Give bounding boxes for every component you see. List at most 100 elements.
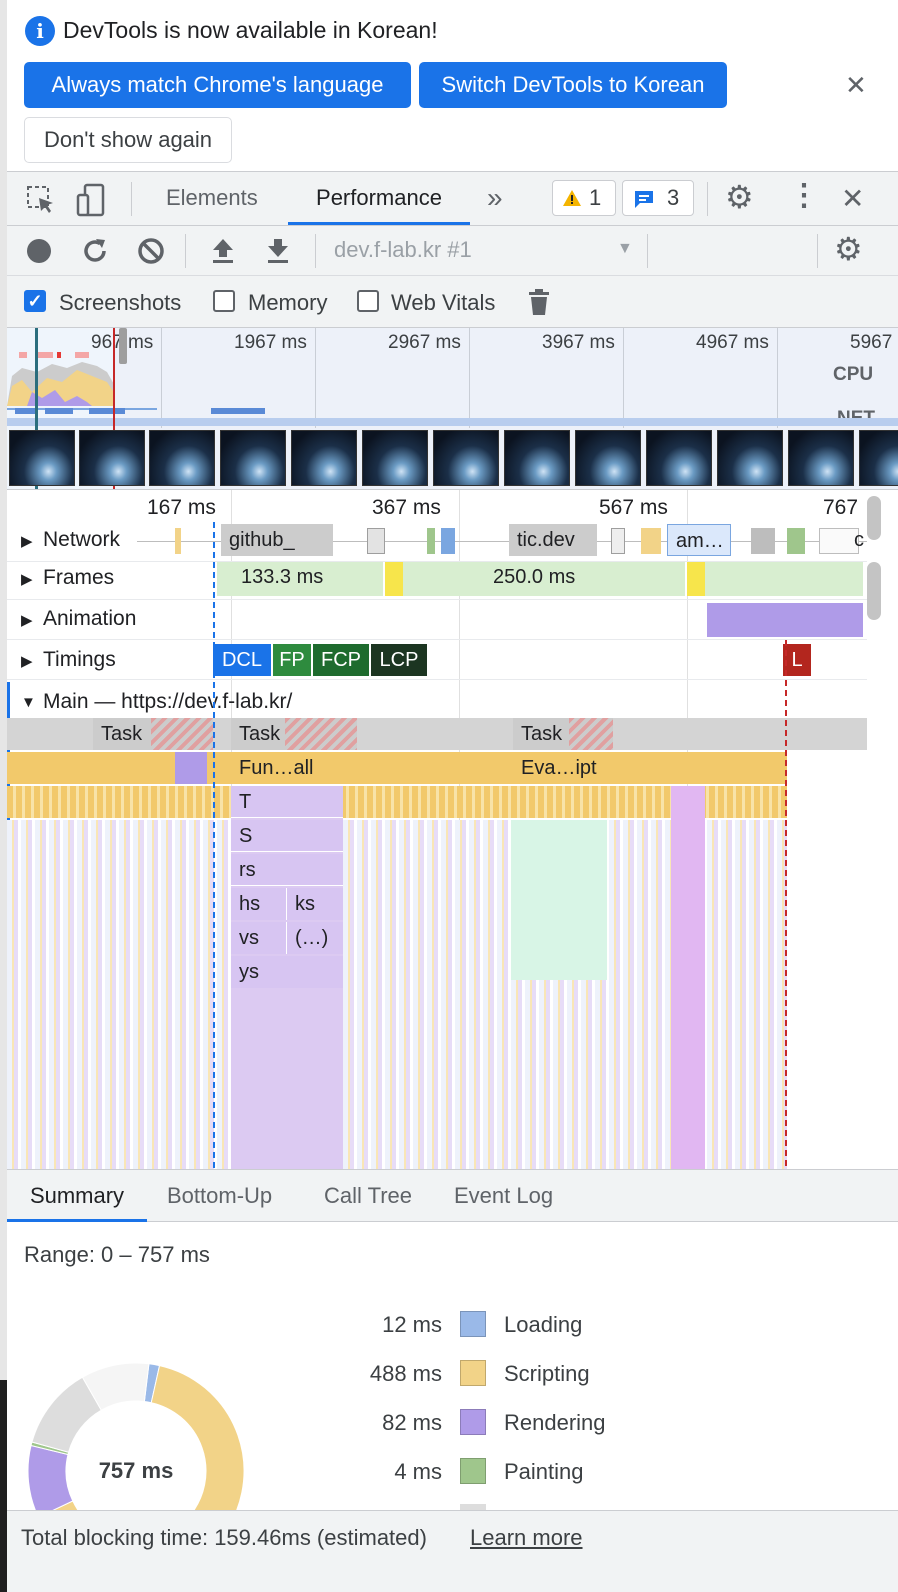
screenshot-thumbnail[interactable] (788, 430, 854, 486)
network-overview-bar (7, 418, 898, 426)
stack-frame[interactable]: hs (231, 888, 287, 920)
rendering-swatch (460, 1409, 486, 1435)
evaluate-script-block[interactable]: Eva…ipt (513, 752, 613, 784)
network-request (441, 528, 455, 554)
tab-summary[interactable]: Summary (7, 1170, 147, 1222)
expand-animation-icon[interactable]: ▶ (21, 611, 33, 629)
left-edge (0, 0, 7, 1592)
settings-gear-icon[interactable]: ⚙ (725, 178, 754, 216)
frame-block[interactable]: 133.3 ms (217, 562, 385, 596)
stack-frame[interactable]: vs (231, 922, 287, 954)
screenshot-thumbnail[interactable] (220, 430, 286, 486)
timeline-overview[interactable]: 967 ms 1967 ms 2967 ms 3967 ms 4967 ms 5… (7, 328, 898, 490)
stack-frame[interactable]: ks (287, 888, 343, 920)
stack-frame[interactable]: ys (231, 956, 343, 988)
network-scrollbar[interactable] (867, 496, 881, 540)
tab-call-tree[interactable]: Call Tree (324, 1170, 412, 1222)
stack-frame[interactable]: rs (231, 854, 343, 886)
overview-tick: 4967 ms (696, 332, 769, 353)
tab-event-log[interactable]: Event Log (454, 1170, 553, 1222)
stack-background (7, 820, 787, 1169)
screenshots-label: Screenshots (59, 290, 182, 315)
frame-block[interactable] (705, 562, 865, 596)
lcp-marker[interactable]: LCP (371, 644, 427, 676)
kebab-menu-icon[interactable]: ⋮ (789, 178, 819, 213)
device-toolbar-icon[interactable] (75, 182, 109, 218)
capture-settings-gear-icon[interactable]: ⚙ (834, 230, 863, 268)
tab-bottom-up[interactable]: Bottom-Up (167, 1170, 272, 1222)
match-language-button[interactable]: Always match Chrome's language (24, 62, 411, 108)
task-label: Task (101, 723, 143, 745)
screenshot-thumbnail[interactable] (362, 430, 428, 486)
warnings-badge[interactable]: 1 (552, 180, 616, 216)
learn-more-link[interactable]: Learn more (470, 1525, 583, 1551)
network-track[interactable]: github_ tic.dev am… c (7, 522, 867, 562)
tab-performance[interactable]: Performance (288, 172, 470, 225)
switch-to-korean-button[interactable]: Switch DevTools to Korean (419, 62, 727, 108)
screenshot-thumbnail[interactable] (149, 430, 215, 486)
screenshot-thumbnail[interactable] (646, 430, 712, 486)
network-request[interactable]: github_ (221, 524, 333, 556)
screenshot-thumbnail[interactable] (504, 430, 570, 486)
network-request[interactable]: am… (667, 524, 731, 556)
dropdown-arrow-icon[interactable]: ▼ (617, 240, 633, 258)
fp-marker[interactable]: FP (273, 644, 311, 676)
frame-block[interactable]: 250.0 ms (403, 562, 687, 596)
stack-label: T (239, 791, 252, 813)
close-devtools-icon[interactable]: ✕ (841, 182, 864, 215)
frames-track[interactable]: 133.3 ms 250.0 ms (7, 560, 867, 600)
stack-label: rs (239, 859, 256, 881)
expand-timings-icon[interactable]: ▶ (21, 652, 33, 670)
dcl-marker[interactable]: DCL (213, 644, 271, 676)
close-icon[interactable]: ✕ (845, 70, 867, 101)
clear-icon[interactable] (136, 236, 166, 266)
network-request (641, 528, 661, 554)
collapse-main-icon[interactable]: ▼ (21, 694, 36, 711)
expand-network-icon[interactable]: ▶ (21, 532, 33, 550)
dropped-frame (385, 562, 403, 596)
stack-label: S (239, 825, 253, 847)
timings-track-label: Timings (43, 648, 116, 671)
load-marker[interactable]: L (783, 644, 811, 676)
screenshot-thumbnail[interactable] (575, 430, 641, 486)
stack-frame[interactable]: T (231, 786, 343, 818)
tab-elements[interactable]: Elements (166, 172, 258, 225)
dont-show-again-button[interactable]: Don't show again (24, 117, 232, 163)
timings-track[interactable]: DCL FP FCP LCP L (7, 640, 867, 680)
target-select[interactable]: dev.f-lab.kr #1 (334, 237, 472, 263)
network-request[interactable]: c (819, 528, 864, 554)
inspect-element-icon[interactable] (25, 184, 57, 216)
screenshots-checkbox[interactable]: ✓ (24, 290, 46, 312)
fcp-marker[interactable]: FCP (313, 644, 369, 676)
network-request[interactable]: tic.dev (509, 524, 597, 556)
screenshot-thumbnail[interactable] (291, 430, 357, 486)
stack-label: (…) (295, 927, 329, 949)
overview-gridline (777, 328, 778, 428)
expand-frames-icon[interactable]: ▶ (21, 570, 33, 588)
screenshot-thumbnail[interactable] (859, 430, 898, 486)
web-vitals-checkbox[interactable] (357, 290, 379, 312)
overview-tick: 5967 (850, 332, 893, 353)
reload-record-icon[interactable] (80, 236, 110, 266)
flame-scrollbar[interactable] (867, 562, 881, 620)
record-icon[interactable] (27, 239, 51, 263)
flame-chart[interactable]: 167 ms 367 ms 567 ms 767 github_ tic.dev… (7, 490, 898, 1170)
scripting-label: Scripting (504, 1361, 590, 1386)
network-request (367, 528, 385, 554)
memory-checkbox[interactable] (213, 290, 235, 312)
screenshot-thumbnail[interactable] (717, 430, 783, 486)
overview-drag-handle[interactable] (119, 328, 127, 364)
range-label: Range: 0 – 757 ms (24, 1242, 210, 1267)
screenshot-thumbnail[interactable] (433, 430, 499, 486)
stack-frame[interactable]: (…) (287, 922, 343, 954)
stack-frame[interactable]: S (231, 820, 343, 852)
screenshot-thumbnail[interactable] (79, 430, 145, 486)
garbage-collect-icon[interactable] (526, 287, 552, 317)
function-call-block[interactable]: Fun…all (231, 752, 359, 784)
download-profile-icon[interactable] (264, 236, 292, 266)
more-tabs-icon[interactable]: » (487, 182, 503, 214)
donut-total: 757 ms (98, 1458, 174, 1483)
messages-badge[interactable]: 3 (622, 180, 694, 216)
upload-profile-icon[interactable] (209, 236, 237, 266)
screenshot-thumbnail[interactable] (9, 430, 75, 486)
